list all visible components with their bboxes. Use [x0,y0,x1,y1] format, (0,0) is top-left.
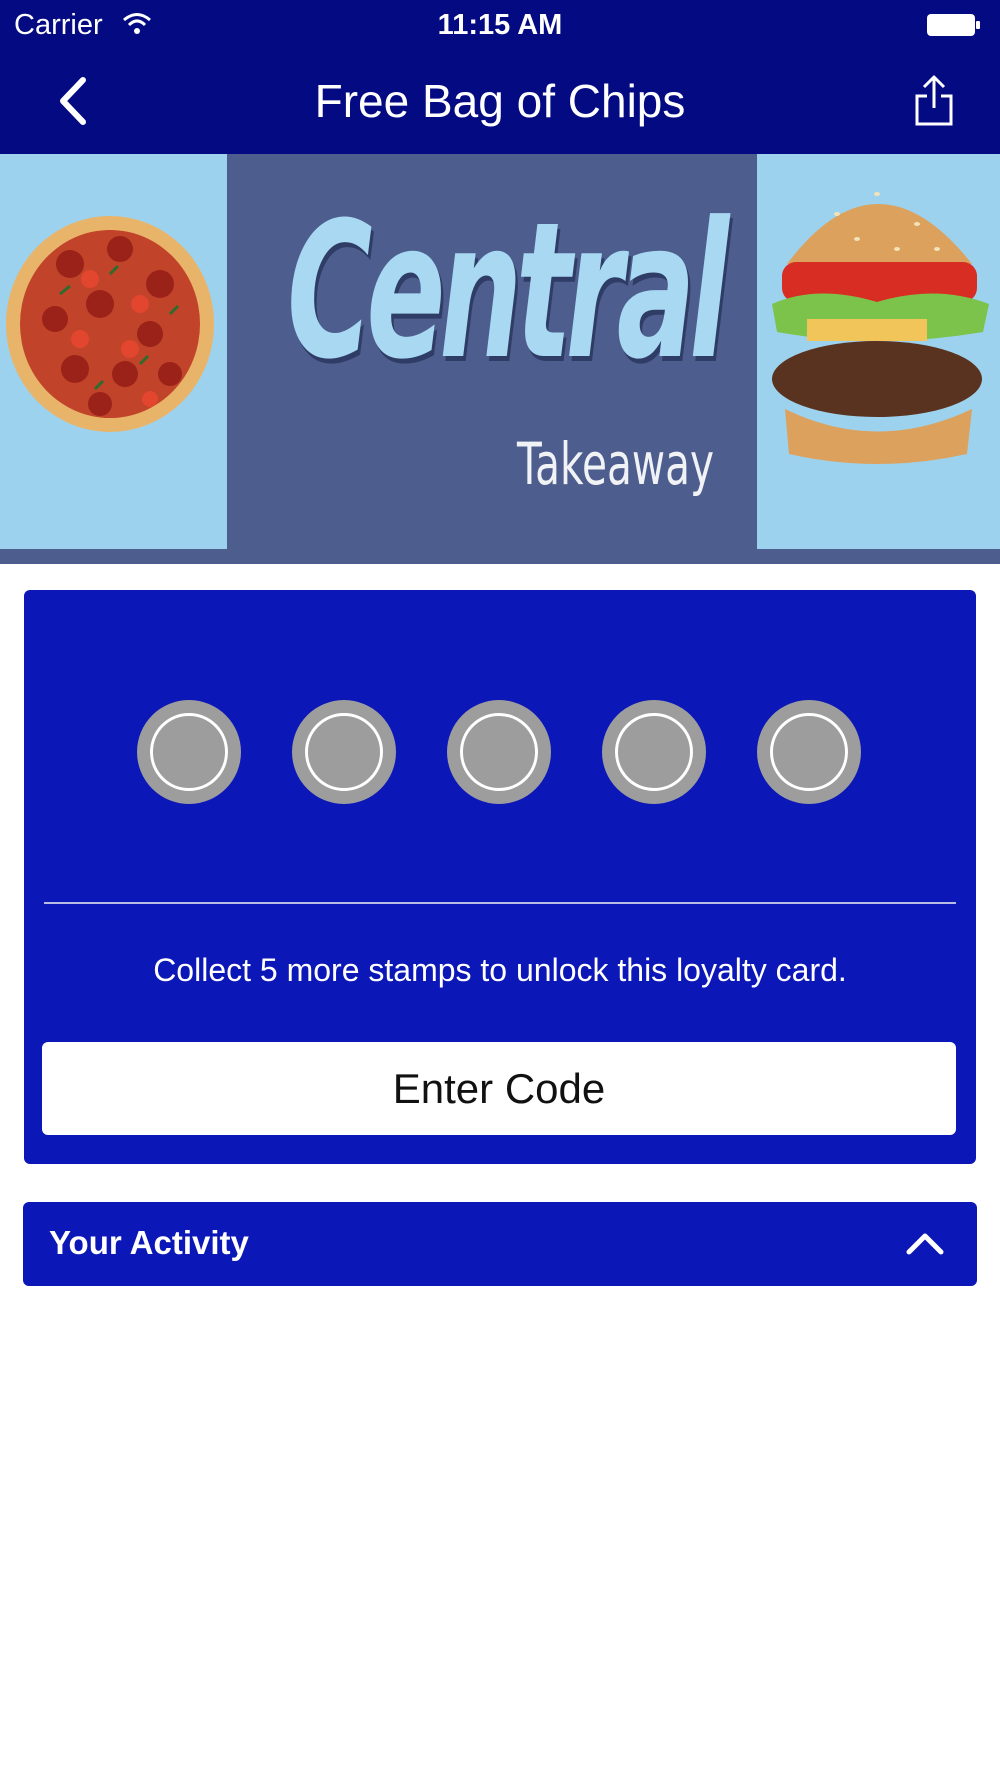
navigation-bar: Free Bag of Chips [0,50,1000,154]
pizza-image [0,154,227,549]
stamp-empty-5 [757,700,861,804]
burger-image [757,154,1000,549]
stamps-remaining-message: Collect 5 more stamps to unlock this loy… [153,952,847,988]
restaurant-banner: Central Takeaway [0,154,1000,564]
brand-name: Central [287,182,729,401]
enter-code-button[interactable]: Enter Code [42,1042,956,1135]
your-activity-header[interactable]: Your Activity [23,1202,977,1286]
restaurant-logo: Central Takeaway [227,154,757,549]
page-title: Free Bag of Chips [314,75,686,127]
battery-icon [927,14,980,36]
share-icon[interactable] [912,74,956,128]
status-time: 11:15 AM [437,9,563,41]
stamp-empty-4 [602,700,706,804]
card-divider [44,902,956,904]
stamp-empty-2 [292,700,396,804]
activity-label: Your Activity [49,1224,249,1261]
loyalty-card: Collect 5 more stamps to unlock this loy… [24,590,976,1164]
stamp-empty-1 [137,700,241,804]
stamp-empty-3 [447,700,551,804]
status-bar: Carrier 11:15 AM [0,0,1000,50]
brand-tagline: Takeaway [517,430,714,498]
chevron-up-icon[interactable] [905,1226,945,1260]
